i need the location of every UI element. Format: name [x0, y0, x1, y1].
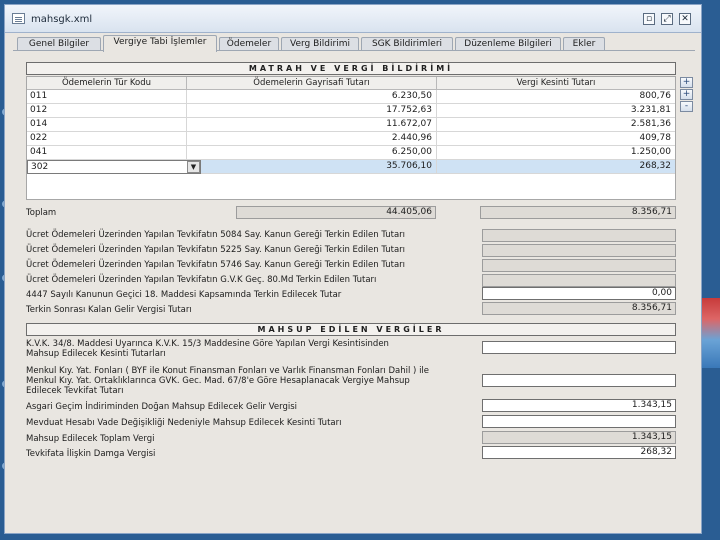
- cell-gayrisafi[interactable]: 2.440,96: [187, 132, 437, 146]
- cell-vergi-kesinti[interactable]: 3.231,81: [437, 104, 675, 118]
- add-row-button[interactable]: +: [680, 77, 693, 88]
- insert-row-button[interactable]: +: [680, 89, 693, 100]
- total-mahsup-field: 1.343,15: [482, 431, 676, 444]
- deduction-label: Terkin Sonrası Kalan Gelir Vergisi Tutar…: [26, 305, 192, 315]
- column-header-gayrisafi-tutari[interactable]: Ödemelerin Gayrisafi Tutarı: [187, 77, 437, 90]
- mahsup-label: Edilecek Tevkifat Tutarı: [26, 386, 124, 396]
- cell-tur-kodu[interactable]: 011: [27, 90, 187, 104]
- minimize-button[interactable]: ▫: [643, 13, 655, 25]
- mahsup-label: Menkul Kıy. Yat. Fonları ( BYF ile Konut…: [26, 366, 430, 376]
- cell-tur-kodu[interactable]: 014: [27, 118, 187, 132]
- column-header-vergi-kesinti-tutari[interactable]: Vergi Kesinti Tutarı: [437, 77, 675, 90]
- deduction-5084-field: [482, 229, 676, 242]
- cell-vergi-kesinti[interactable]: 409,78: [437, 132, 675, 146]
- cell-gayrisafi[interactable]: 17.752,63: [187, 104, 437, 118]
- menkul-kiymet-input[interactable]: [482, 374, 676, 387]
- tab-ekler[interactable]: Ekler: [563, 37, 605, 51]
- total-gross-field: 44.405,06: [236, 206, 436, 219]
- terkin-4447-input[interactable]: 0,00: [482, 287, 676, 300]
- total-tax-field: 8.356,71: [480, 206, 676, 219]
- asgari-gecim-input[interactable]: 1.343,15: [482, 399, 676, 412]
- cell-tur-kodu[interactable]: 041: [27, 146, 187, 160]
- mahsup-label: K.V.K. 34/8. Maddesi Uyarınca K.V.K. 15/…: [26, 339, 389, 349]
- cell-gayrisafi[interactable]: 11.672,07: [187, 118, 437, 132]
- mahsup-label: Mahsup Edilecek Kesinti Tutarları: [26, 349, 166, 359]
- tab-duzenleme-bilgileri[interactable]: Düzenleme Bilgileri: [455, 37, 561, 51]
- remaining-tax-field: 8.356,71: [482, 302, 676, 315]
- cell-gayrisafi[interactable]: 6.250,00: [187, 146, 437, 160]
- damga-vergisi-input[interactable]: 268,32: [482, 446, 676, 459]
- deduction-label: 4447 Sayılı Kanunun Geçici 18. Maddesi K…: [26, 290, 342, 300]
- cell-tur-kodu[interactable]: 022: [27, 132, 187, 146]
- table-row-selected[interactable]: 302 ▼ 35.706,10 268,32: [27, 160, 675, 174]
- table-row[interactable]: 041 6.250,00 1.250,00: [27, 146, 675, 160]
- cell-tur-kodu[interactable]: 012: [27, 104, 187, 118]
- table-row[interactable]: 022 2.440,96 409,78: [27, 132, 675, 146]
- title-bar: mahsgk.xml ▫ ⤢ ✕: [5, 5, 701, 33]
- table-row[interactable]: 012 17.752,63 3.231,81: [27, 104, 675, 118]
- mahsup-label: Mahsup Edilecek Toplam Vergi: [26, 434, 155, 444]
- cell-vergi-kesinti[interactable]: 268,32: [437, 160, 675, 174]
- deduction-label: Ücret Ödemeleri Üzerinden Yapılan Tevkif…: [26, 245, 406, 255]
- deduction-label: Ücret Ödemeleri Üzerinden Yapılan Tevkif…: [26, 260, 406, 270]
- matrah-table: Ödemelerin Tür Kodu Ödemelerin Gayrisafi…: [26, 76, 676, 200]
- mahsup-label: Mevduat Hesabı Vade Değişikliği Nedeniyl…: [26, 418, 342, 428]
- cell-gayrisafi[interactable]: 6.230,50: [187, 90, 437, 104]
- cell-vergi-kesinti[interactable]: 2.581,36: [437, 118, 675, 132]
- mahsup-section-title: MAHSUP EDİLEN VERGİLER: [26, 323, 676, 336]
- matrah-section-title: MATRAH VE VERGİ BİLDİRİMİ: [26, 62, 676, 75]
- delete-row-button[interactable]: -: [680, 101, 693, 112]
- deduction-5225-field: [482, 244, 676, 257]
- chevron-down-icon[interactable]: ▼: [187, 161, 200, 173]
- document-icon: [12, 13, 25, 24]
- mahsup-label: Menkul Kıy. Yat. Ortaklıklarınca GVK. Ge…: [26, 376, 410, 386]
- mahsup-label: Asgari Geçim İndiriminden Doğan Mahsup E…: [26, 402, 298, 412]
- tab-vergi-bildirimi[interactable]: Verg Bildirimi: [281, 37, 359, 51]
- tab-sgk-bildirimleri[interactable]: SGK Bildirimleri: [361, 37, 453, 51]
- cell-vergi-kesinti[interactable]: 800,76: [437, 90, 675, 104]
- cell-gayrisafi[interactable]: 35.706,10: [201, 160, 437, 174]
- tab-vergiye-tabi-islemler[interactable]: Vergiye Tabi İşlemler: [103, 35, 217, 52]
- tur-kodu-combobox[interactable]: 302: [27, 160, 201, 174]
- cell-vergi-kesinti[interactable]: 1.250,00: [437, 146, 675, 160]
- deduction-5746-field: [482, 259, 676, 272]
- kvk-kesinti-input[interactable]: [482, 341, 676, 354]
- column-header-tur-kodu[interactable]: Ödemelerin Tür Kodu: [27, 77, 187, 90]
- table-row[interactable]: 011 6.230,50 800,76: [27, 90, 675, 104]
- tab-genel-bilgiler[interactable]: Genel Bilgiler: [17, 37, 101, 51]
- tab-odemeler[interactable]: Ödemeler: [219, 37, 279, 51]
- deduction-gvk80-field: [482, 274, 676, 287]
- deduction-label: Ücret Ödemeleri Üzerinden Yapılan Tevkif…: [26, 230, 406, 240]
- window-title: mahsgk.xml: [31, 14, 93, 25]
- total-label: Toplam: [26, 208, 57, 218]
- table-row[interactable]: 014 11.672,07 2.581,36: [27, 118, 675, 132]
- restore-button[interactable]: ⤢: [661, 13, 673, 25]
- mahsup-label: Tevkifata İlişkin Damga Vergisi: [26, 449, 156, 459]
- close-button[interactable]: ✕: [679, 13, 691, 25]
- deduction-label: Ücret Ödemeleri Üzerinden Yapılan Tevkif…: [26, 275, 377, 285]
- mevduat-vade-input[interactable]: [482, 415, 676, 428]
